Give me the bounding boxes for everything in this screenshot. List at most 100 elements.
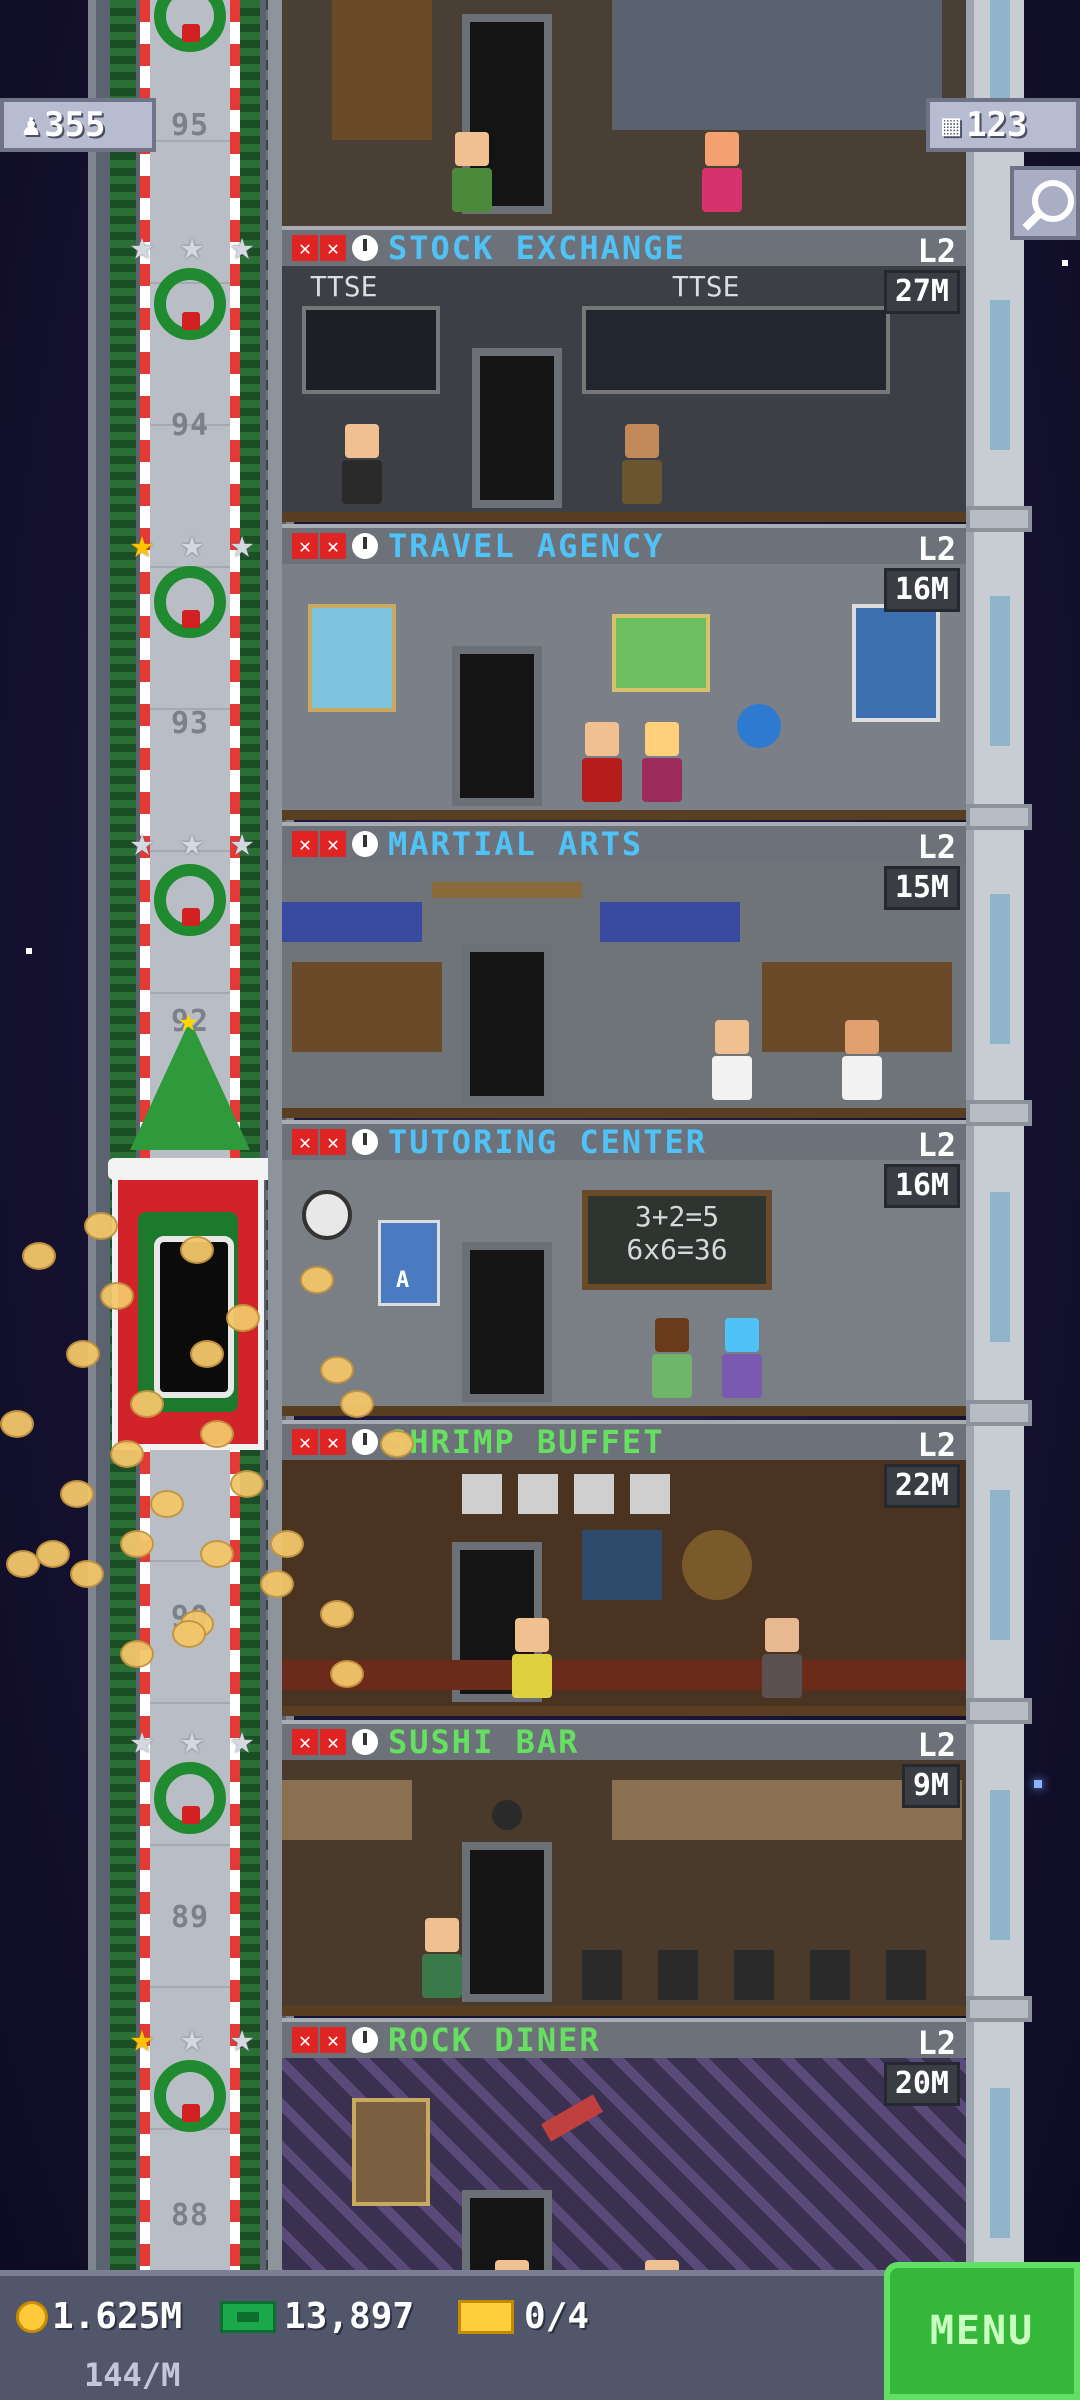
floor-stars: ★ ★ ★: [122, 822, 262, 866]
clock-icon: [352, 2027, 378, 2053]
floor-stock-exchange[interactable]: ✕ ✕ STOCK EXCHANGE L2 TTSE TTSE 27M: [282, 226, 966, 524]
star-icon: ★: [229, 819, 255, 865]
close-icon: ✕: [292, 1129, 318, 1155]
window: [612, 0, 942, 130]
tenant: [642, 2260, 682, 2270]
travel-poster: [852, 604, 940, 722]
close-icon: ✕: [292, 1429, 318, 1455]
tenant: [652, 1318, 692, 1398]
floor-stars: ★ ★ ★: [122, 2018, 262, 2062]
floor-rock-diner[interactable]: ✕ ✕ ROCK DINER L2 20M: [282, 2018, 966, 2270]
clock-icon: [352, 831, 378, 857]
floor-room-interior: [282, 2058, 966, 2270]
apple-poster: [378, 1220, 440, 1306]
income-rate: 144/M: [84, 2356, 181, 2394]
bookshelf: [332, 0, 432, 140]
floor-name: TUTORING CENTER: [388, 1123, 707, 1161]
close-icon: ✕: [292, 533, 318, 559]
liquor-shelf: [582, 1530, 662, 1600]
floor-base: [282, 810, 966, 820]
tower-window: [990, 894, 1010, 1044]
close-icon: ✕: [292, 831, 318, 857]
floor-income: 16M: [883, 1164, 960, 1208]
travel-poster: [612, 614, 710, 692]
floor-travel-agency[interactable]: ✕ ✕ TRAVEL AGENCY L2 16M: [282, 524, 966, 822]
status-icons: ✕ ✕: [292, 831, 378, 857]
rock-poster: [352, 2098, 430, 2206]
tenant: [342, 424, 382, 504]
floor-level: L2: [917, 1426, 956, 1464]
star-icon: ★: [179, 1717, 205, 1763]
population-value: 355: [44, 105, 106, 145]
status-icons: ✕ ✕: [292, 1129, 378, 1155]
tower-window: [990, 1490, 1010, 1640]
floor-base: [282, 1108, 966, 1118]
floor-room-interior: [282, 564, 966, 816]
close-icon: ✕: [320, 1129, 346, 1155]
floor-header: ✕ ✕ STOCK EXCHANGE L2: [282, 226, 966, 270]
banner: [282, 902, 422, 942]
close-icon: ✕: [292, 235, 318, 261]
floor-name: SUSHI BAR: [388, 1723, 580, 1761]
tenant: [582, 722, 622, 802]
floor-name: STOCK EXCHANGE: [388, 229, 686, 267]
population-counter[interactable]: ♟ 355: [0, 98, 156, 152]
tower-rib: [966, 1698, 1032, 1724]
wreath-decoration: [154, 566, 226, 638]
floor-room-interior: [282, 1760, 966, 2012]
bux-value: 13,897: [284, 2296, 415, 2337]
tower-rib: [966, 506, 1032, 532]
tree-star-icon: ★: [178, 1000, 199, 1040]
menu-button[interactable]: MENU: [884, 2262, 1080, 2400]
star-icon: ★: [229, 521, 255, 567]
floor-room-interior: [282, 1460, 966, 1712]
bux-icon: [220, 2300, 276, 2333]
star-icon: ★: [179, 819, 205, 865]
poster-letter: A: [396, 1268, 410, 1293]
clock-icon: [352, 1729, 378, 1755]
torii-gate: [432, 882, 582, 898]
tower-rib: [966, 804, 1032, 830]
space-star: [1062, 260, 1068, 266]
shaft-floor-number: 94: [170, 408, 210, 443]
star-icon: ★: [179, 521, 205, 567]
floor-level: L2: [917, 1726, 956, 1764]
floor-base: [282, 512, 966, 522]
elevator-roof: [108, 1158, 276, 1180]
board-label: TTSE: [672, 270, 740, 303]
tenant: [842, 1020, 882, 1100]
floor-stars: ★ ★ ★: [122, 524, 262, 568]
porthole: [682, 1530, 752, 1600]
floor-income: 9M: [901, 1764, 960, 1808]
stock-ticker-board: [582, 306, 890, 394]
star-icon: ★: [229, 1717, 255, 1763]
star-icon: ★: [129, 223, 155, 269]
tower-window: [990, 1192, 1010, 1342]
close-icon: ✕: [320, 1729, 346, 1755]
shaft-floor-number: 88: [170, 2198, 210, 2233]
floor-shrimp-buffet[interactable]: ✕ ✕ SHRIMP BUFFET L2 22M: [282, 1420, 966, 1718]
floor-counter[interactable]: ▦ 123: [926, 98, 1080, 152]
close-icon: ✕: [320, 1429, 346, 1455]
clock-icon: [352, 1429, 378, 1455]
room-door: [452, 646, 542, 806]
stock-chart-screen: [302, 306, 440, 394]
ticket-icon: [458, 2299, 514, 2334]
floor-tutoring-center[interactable]: ✕ ✕ TUTORING CENTER L2 A 3+2=5 6x6=36 16…: [282, 1120, 966, 1418]
space-star: [26, 948, 32, 954]
search-button[interactable]: [1010, 166, 1080, 240]
space-star: [1034, 1780, 1042, 1788]
floor-income: 27M: [883, 270, 960, 314]
floor-room-partial[interactable]: [282, 0, 966, 226]
tickets-value: 0/4: [524, 2296, 590, 2337]
tickets-stat: 0/4: [458, 2296, 589, 2337]
tenant: [622, 424, 662, 504]
star-icon: ★: [229, 2015, 255, 2061]
floor-sushi-bar[interactable]: ✕ ✕ SUSHI BAR L2 9M: [282, 1720, 966, 2018]
floor-martial-arts[interactable]: ✕ ✕ MARTIAL ARTS L2 15M: [282, 822, 966, 1120]
travel-poster: [308, 604, 396, 712]
banner: [600, 902, 740, 942]
tenant: [452, 132, 492, 212]
tenant: [492, 2260, 532, 2270]
status-icons: ✕ ✕: [292, 1429, 378, 1455]
